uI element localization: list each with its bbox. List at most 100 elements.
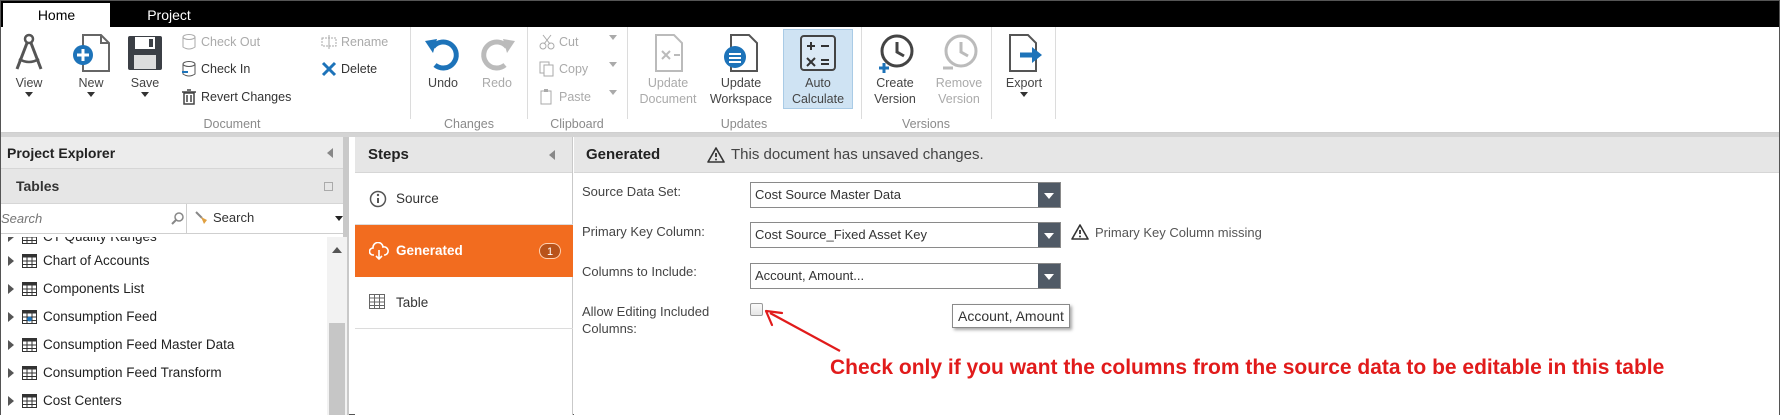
step-generated[interactable]: Generated 1	[355, 225, 573, 277]
table-icon	[22, 254, 37, 268]
primary-key-select[interactable]: Cost Source_Fixed Asset Key	[750, 222, 1061, 248]
chevron-down-icon	[87, 92, 95, 97]
info-icon	[369, 190, 387, 208]
tree-scrollbar[interactable]	[327, 237, 347, 415]
tree-item-label: Consumption Feed Master Data	[43, 337, 235, 352]
paste-button[interactable]: Paste	[539, 87, 619, 107]
chevron-down-icon[interactable]	[335, 216, 343, 221]
rename-button[interactable]: Rename	[321, 32, 411, 52]
tab-project[interactable]: Project	[129, 3, 209, 27]
export-button[interactable]: Export	[999, 33, 1049, 97]
page-title: Generated	[586, 146, 661, 163]
update-document-button[interactable]: Update Document	[637, 33, 699, 107]
update-workspace-icon	[724, 34, 758, 72]
columns-tooltip: Account, Amount	[952, 304, 1070, 328]
group-separator	[410, 27, 411, 119]
chevron-down-icon[interactable]	[1038, 223, 1060, 247]
auto-calculate-button[interactable]: Auto Calculate	[783, 33, 853, 107]
copy-button[interactable]: Copy	[539, 59, 619, 79]
floppy-disk-icon	[128, 36, 162, 70]
save-label: Save	[130, 76, 160, 90]
collapse-panel-icon[interactable]	[327, 148, 333, 158]
step-source[interactable]: Source	[355, 173, 573, 225]
group-separator	[627, 27, 628, 119]
expand-arrow-icon[interactable]	[8, 340, 14, 350]
ribbon-toolbar: View New Save Check Out Check In Revert …	[1, 27, 1779, 133]
chevron-down-icon[interactable]	[609, 35, 617, 40]
create-version-button[interactable]: Create Version	[867, 33, 923, 107]
scroll-thumb[interactable]	[329, 323, 345, 415]
chevron-down-icon[interactable]	[609, 62, 617, 67]
undo-button[interactable]: Undo	[421, 33, 465, 91]
remove-version-label-1: Remove	[935, 76, 983, 90]
main-header: Generated This document has unsaved chan…	[574, 137, 1779, 173]
save-button[interactable]: Save	[125, 33, 165, 97]
expand-arrow-icon[interactable]	[8, 284, 14, 294]
calculator-icon	[800, 35, 836, 71]
check-in-button[interactable]: Check In	[181, 59, 291, 79]
tables-tree: CT Quality Ranges Chart of Accounts Comp…	[1, 237, 329, 415]
feed-table-icon	[22, 310, 37, 324]
remove-version-button[interactable]: Remove Version	[929, 33, 989, 107]
expand-arrow-icon[interactable]	[8, 396, 14, 406]
tree-item-label: CT Quality Ranges	[43, 237, 157, 249]
unsaved-warning: This document has unsaved changes.	[707, 137, 984, 173]
expand-arrow-icon[interactable]	[8, 368, 14, 378]
collapse-panel-icon[interactable]	[549, 150, 555, 160]
chevron-down-icon[interactable]	[609, 90, 617, 95]
check-out-button[interactable]: Check Out	[181, 32, 291, 52]
primary-key-warning-text: Primary Key Column missing	[1095, 225, 1262, 240]
tab-home[interactable]: Home	[3, 3, 110, 27]
group-separator	[861, 27, 862, 119]
scissors-icon	[539, 34, 555, 50]
update-workspace-label-1: Update	[720, 76, 762, 90]
view-button[interactable]: View	[9, 33, 49, 97]
scroll-up-icon[interactable]	[332, 247, 342, 253]
tree-item-label: Chart of Accounts	[43, 253, 150, 268]
restore-icon[interactable]	[324, 182, 333, 191]
revert-changes-button[interactable]: Revert Changes	[181, 87, 301, 107]
redo-label: Redo	[482, 76, 512, 90]
chevron-down-icon[interactable]	[1038, 183, 1060, 207]
search-filter-button[interactable]: Search	[191, 204, 347, 233]
source-data-set-label: Source Data Set:	[582, 184, 681, 199]
table-icon	[22, 282, 37, 296]
tree-item-label: Consumption Feed	[43, 309, 158, 324]
history-clock-icon	[879, 34, 914, 73]
columns-to-include-label: Columns to Include:	[582, 264, 697, 279]
step-label: Generated	[396, 243, 463, 258]
top-tab-bar: Home Project	[1, 1, 1779, 27]
step-table[interactable]: Table	[355, 277, 573, 329]
steps-panel: Steps Source Generated 1 Table	[355, 137, 573, 415]
expand-arrow-icon[interactable]	[8, 256, 14, 266]
source-data-set-value: Cost Source Master Data	[755, 187, 901, 202]
table-icon	[369, 294, 385, 309]
group-separator	[527, 27, 528, 119]
search-input[interactable]	[1, 204, 187, 233]
search-icon[interactable]	[171, 212, 184, 225]
delete-button[interactable]: Delete	[321, 59, 411, 79]
update-document-label-2: Document	[639, 92, 697, 106]
expand-arrow-icon[interactable]	[8, 312, 14, 322]
chevron-down-icon[interactable]	[1038, 264, 1060, 288]
create-version-label-2: Version	[874, 92, 916, 106]
new-button[interactable]: New	[69, 33, 113, 97]
cut-button[interactable]: Cut	[539, 32, 619, 52]
columns-to-include-select[interactable]: Account, Amount...	[750, 263, 1061, 289]
auto-calculate-label-1: Auto	[805, 76, 831, 90]
expand-arrow-icon[interactable]	[8, 237, 14, 242]
view-label: View	[15, 76, 43, 90]
table-icon	[22, 237, 37, 244]
table-icon	[22, 394, 37, 408]
table-icon	[22, 366, 37, 380]
redo-button[interactable]: Redo	[475, 33, 519, 91]
update-workspace-button[interactable]: Update Workspace	[705, 33, 777, 107]
allow-editing-label-line2: Columns:	[582, 321, 637, 336]
allow-editing-label: Allow Editing Included Columns:	[582, 303, 709, 337]
revert-changes-label: Revert Changes	[201, 90, 292, 104]
copy-icon	[539, 61, 554, 77]
undo-icon	[425, 39, 459, 71]
tables-title: Tables	[16, 178, 60, 194]
source-data-set-select[interactable]: Cost Source Master Data	[750, 182, 1061, 208]
primary-key-warning: Primary Key Column missing	[1071, 223, 1262, 243]
